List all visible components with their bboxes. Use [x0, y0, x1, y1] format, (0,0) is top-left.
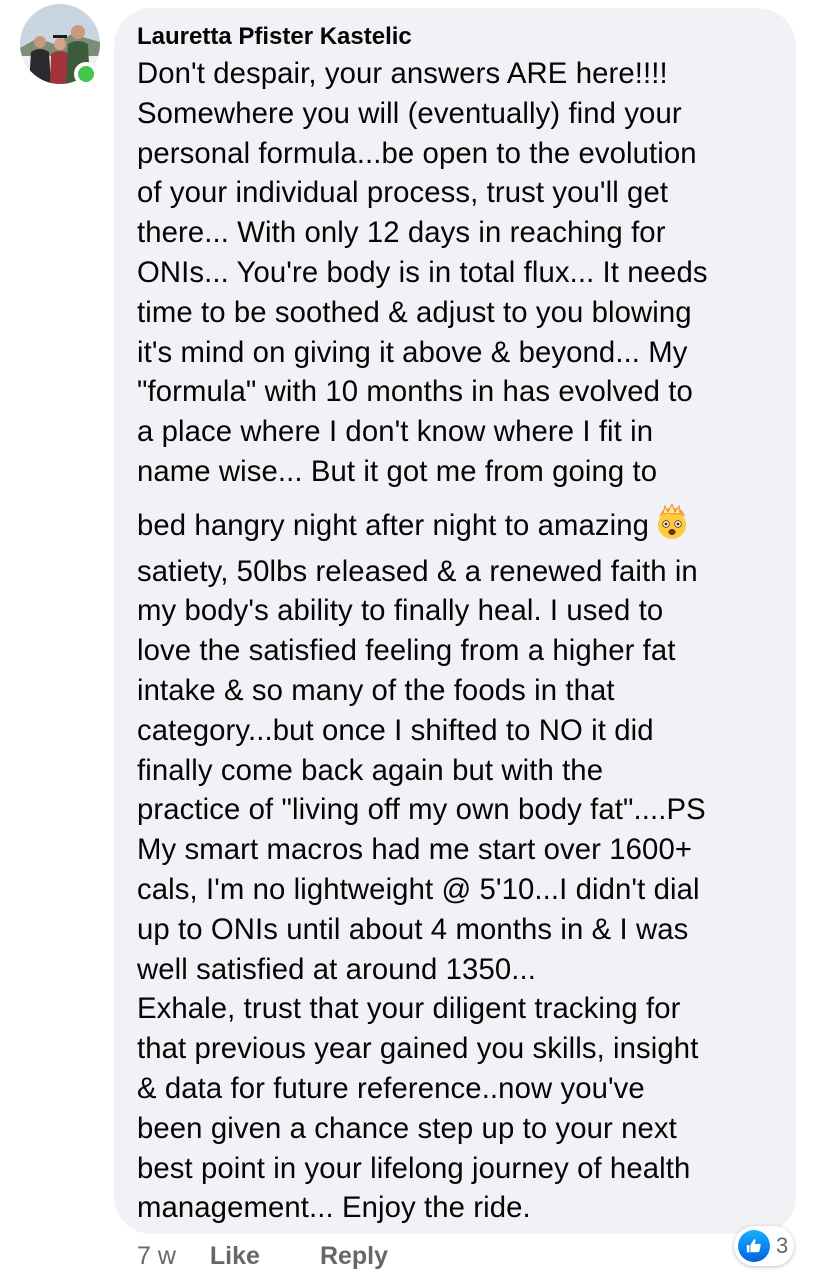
- comment-text-part-1: Don't despair, your answers ARE here!!!!…: [137, 57, 708, 488]
- thumbs-up-icon: [738, 1230, 770, 1262]
- comment-actions: 7 w Like Reply: [137, 1238, 388, 1274]
- comment-text-part-2: bed hangry night after night to amazing: [137, 508, 650, 542]
- comment-bubble: Lauretta Pfister Kastelic Don't despair,…: [114, 8, 796, 1234]
- like-button[interactable]: Like: [210, 1242, 260, 1271]
- exploding-head-emoji-icon: [653, 502, 691, 541]
- reaction-count: 3: [776, 1233, 789, 1258]
- comment-timestamp[interactable]: 7 w: [137, 1242, 176, 1271]
- comment-text: Don't despair, your answers ARE here!!!!…: [137, 54, 778, 1228]
- online-status-indicator: [74, 62, 98, 86]
- comment: Lauretta Pfister Kastelic Don't despair,…: [0, 0, 824, 1281]
- comment-author-name[interactable]: Lauretta Pfister Kastelic: [137, 22, 778, 52]
- reply-button[interactable]: Reply: [320, 1242, 388, 1271]
- comment-text-part-3: satiety, 50lbs released & a renewed fait…: [137, 554, 706, 1225]
- reactions-summary[interactable]: 3: [734, 1226, 795, 1266]
- author-avatar-container[interactable]: [20, 4, 100, 88]
- line-gap-2: [137, 546, 778, 552]
